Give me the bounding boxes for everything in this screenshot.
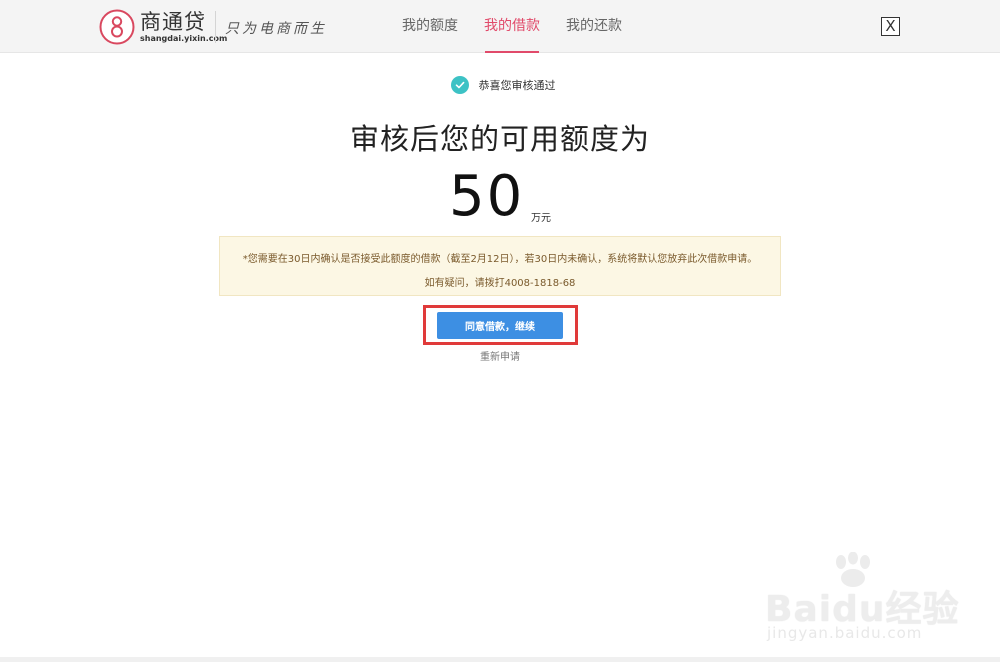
main-nav: 我的额度 我的借款 我的还款 bbox=[391, 0, 637, 53]
nav-tab-my-loans[interactable]: 我的借款 bbox=[473, 0, 551, 53]
reapply-link[interactable]: 重新申请 bbox=[0, 348, 1000, 363]
success-message: 恭喜您审核通过 bbox=[0, 75, 1000, 95]
credit-amount: 50 bbox=[449, 164, 525, 229]
bottom-bar bbox=[0, 657, 1000, 662]
watermark: Baidu经验 jingyan.baidu.com bbox=[765, 551, 975, 642]
page-title: 审核后您的可用额度为 bbox=[349, 122, 650, 156]
slogan: 只为电商而生 bbox=[225, 21, 327, 37]
logo[interactable]: 商通贷 shangdai.yixin.com bbox=[99, 9, 227, 45]
header-bar: 商通贷 shangdai.yixin.com 只为电商而生 我的额度 我的借款 … bbox=[0, 0, 1000, 53]
notice-hotline-text: 如有疑问，请拨打4008-1818-68 bbox=[424, 278, 576, 289]
agree-loan-button[interactable]: 同意借款，继续 bbox=[437, 312, 563, 339]
nav-tab-my-quota[interactable]: 我的额度 bbox=[391, 0, 469, 53]
nav-tab-my-repayments[interactable]: 我的还款 bbox=[555, 0, 633, 53]
watermark-domain: jingyan.baidu.com bbox=[767, 624, 923, 642]
notice-deadline-text: *您需要在30日内确认是否接受此额度的借款（截至2月12日），若30日内未确认，… bbox=[242, 254, 758, 265]
success-text: 恭喜您审核通过 bbox=[478, 79, 556, 92]
check-circle-icon bbox=[450, 76, 469, 94]
logo-icon bbox=[99, 9, 135, 45]
amount-unit: 万元 bbox=[531, 213, 551, 224]
close-button[interactable]: X bbox=[881, 17, 900, 36]
confirmation-notice: *您需要在30日内确认是否接受此额度的借款（截至2月12日），若30日内未确认，… bbox=[219, 236, 781, 296]
logo-divider bbox=[215, 11, 216, 43]
